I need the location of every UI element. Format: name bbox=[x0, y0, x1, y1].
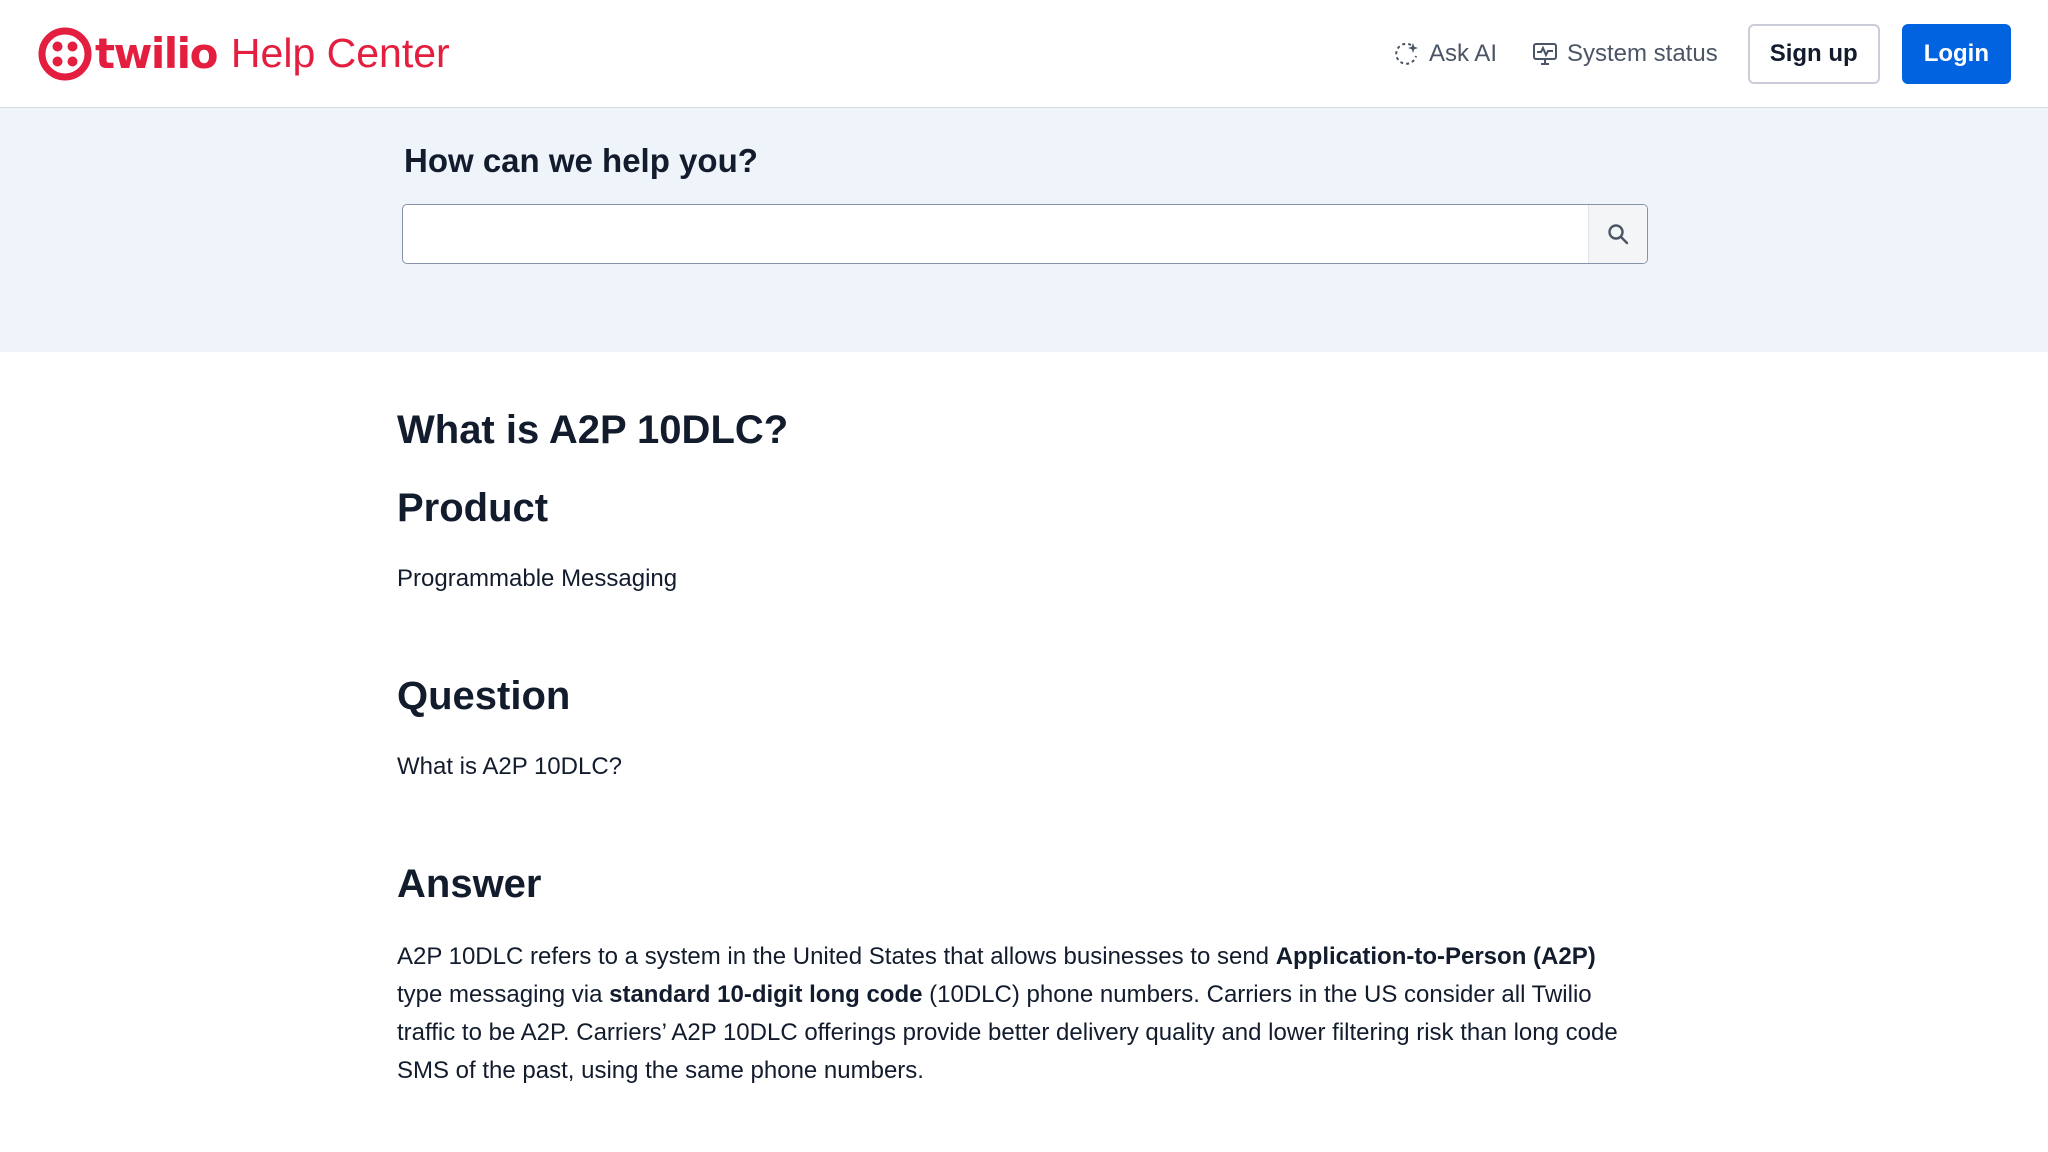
ask-ai-label: Ask AI bbox=[1428, 39, 1497, 67]
product-text: Programmable Messaging bbox=[397, 565, 678, 592]
sparkle-icon bbox=[1395, 42, 1418, 65]
ask-ai-link[interactable]: Ask AI bbox=[1393, 40, 1497, 68]
search-icon bbox=[1608, 224, 1629, 245]
logo-wordmark: twilio bbox=[95, 28, 218, 78]
search-heading: How can we help you? bbox=[404, 142, 758, 179]
brand-logo-link[interactable]: twilio Help Center bbox=[38, 27, 450, 81]
question-heading: Question bbox=[397, 674, 571, 718]
article-title: What is A2P 10DLC? bbox=[397, 408, 789, 452]
sign-up-button[interactable]: Sign up bbox=[1747, 23, 1880, 84]
answer-bold-a2p: Application-to-Person (A2P) bbox=[1275, 943, 1596, 970]
header-nav: Ask AI System status Sign up Login bbox=[1393, 23, 2011, 84]
search-button[interactable] bbox=[1588, 205, 1647, 263]
search-box bbox=[402, 204, 1648, 264]
search-container: How can we help you? bbox=[402, 142, 1648, 264]
system-status-label: System status bbox=[1566, 39, 1718, 67]
answer-text: A2P 10DLC refers to a system in the Unit… bbox=[397, 938, 1647, 1090]
site-header: twilio Help Center Ask AI System status … bbox=[0, 0, 2048, 108]
search-section: How can we help you? bbox=[0, 108, 2048, 352]
question-text: What is A2P 10DLC? bbox=[397, 753, 623, 780]
answer-text-part: type messaging via bbox=[397, 981, 610, 1008]
login-button[interactable]: Login bbox=[1901, 23, 2011, 84]
search-input[interactable] bbox=[403, 205, 1588, 263]
article: What is A2P 10DLC? Product Programmable … bbox=[397, 352, 1647, 1090]
product-heading: Product bbox=[397, 486, 549, 530]
answer-text-part: A2P 10DLC refers to a system in the Unit… bbox=[397, 943, 1276, 970]
help-center-title: Help Center bbox=[230, 30, 450, 76]
answer-bold-10dlc: standard 10-digit long code bbox=[609, 981, 923, 1008]
monitor-pulse-icon bbox=[1532, 42, 1557, 65]
twilio-logo-icon bbox=[38, 27, 92, 80]
answer-heading: Answer bbox=[397, 862, 542, 906]
system-status-link[interactable]: System status bbox=[1531, 40, 1718, 68]
